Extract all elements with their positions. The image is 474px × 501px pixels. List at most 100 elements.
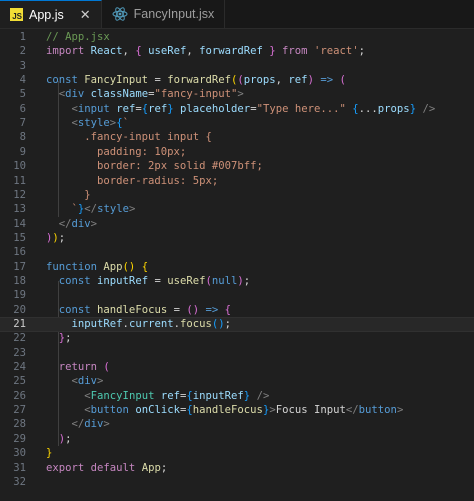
- tab-label: FancyInput.jsx: [133, 7, 215, 21]
- code-line[interactable]: 8 .fancy-input input {: [0, 130, 474, 145]
- code-token: ref: [148, 102, 168, 115]
- code-line[interactable]: 31 export default App;: [0, 461, 474, 476]
- close-icon[interactable]: ✕: [80, 7, 91, 23]
- code-token: =: [148, 74, 168, 87]
- code-text: const handleFocus = () => {: [46, 303, 231, 318]
- code-token: {: [141, 260, 149, 273]
- code-token: "Type here...": [256, 102, 346, 115]
- code-token: `: [122, 117, 129, 130]
- code-text: const inputRef = useRef(null);: [46, 274, 250, 289]
- code-token: </: [84, 203, 98, 216]
- code-token: ref: [116, 102, 136, 115]
- code-text: }: [46, 188, 90, 203]
- code-line[interactable]: 20 const handleFocus = () => {: [0, 303, 474, 318]
- code-token: input: [77, 102, 117, 115]
- code-line[interactable]: 25 <div>: [0, 374, 474, 389]
- line-number: 15: [13, 231, 26, 244]
- code-line[interactable]: 9 padding: 10px;: [0, 145, 474, 160]
- line-number: 23: [13, 346, 26, 359]
- code-token: default: [90, 461, 142, 474]
- tab-fancyinput-jsx[interactable]: FancyInput.jsx: [102, 0, 226, 28]
- line-number: 19: [13, 289, 26, 302]
- code-token: ;: [224, 318, 232, 330]
- code-line[interactable]: 17 function App() {: [0, 260, 474, 275]
- code-token: handleFocus: [97, 303, 168, 316]
- code-token: />: [250, 389, 270, 402]
- code-text: border-radius: 5px;: [46, 174, 218, 189]
- code-line[interactable]: 4 const FancyInput = forwardRef((props, r…: [0, 73, 474, 88]
- code-token: ;: [358, 45, 365, 58]
- code-token: div: [71, 217, 91, 230]
- code-token: ;: [243, 274, 251, 287]
- code-token: ;: [65, 332, 72, 345]
- code-line[interactable]: 16: [0, 245, 474, 260]
- code-line[interactable]: 2 import React, { useRef, forwardRef } fr…: [0, 44, 474, 59]
- code-token: useRef: [167, 274, 206, 287]
- code-text: border: 2px solid #007bff;: [46, 159, 263, 174]
- code-text: <FancyInput ref={inputRef} />: [46, 389, 269, 404]
- code-line[interactable]: 15));: [0, 231, 474, 246]
- code-token: null: [211, 274, 238, 287]
- line-number: 30: [13, 447, 26, 460]
- code-token: div: [77, 375, 98, 388]
- code-line[interactable]: 23: [0, 346, 474, 361]
- code-text: </div>: [46, 217, 97, 232]
- code-token: (: [339, 74, 346, 87]
- code-token: =>: [313, 74, 340, 87]
- code-line[interactable]: 6 <input ref={ref} placeholder="Type her…: [0, 102, 474, 117]
- code-text: <input ref={ref} placeholder="Type here.…: [46, 102, 436, 117]
- code-line[interactable]: 26 <FancyInput ref={inputRef} />: [0, 389, 474, 404]
- line-number: 24: [13, 361, 26, 374]
- code-line[interactable]: 14 </div>: [0, 217, 474, 232]
- code-line[interactable]: 5 <div className="fancy-input">: [0, 87, 474, 102]
- code-token: />: [416, 102, 436, 115]
- code-line[interactable]: 1 // App.jsx: [0, 30, 474, 45]
- code-line[interactable]: 3: [0, 59, 474, 74]
- code-line[interactable]: 21 inputRef.current.focus();: [0, 317, 474, 332]
- code-line[interactable]: 27 <button onClick={handleFocus}>Focus I…: [0, 403, 474, 418]
- line-number: 7: [19, 117, 26, 130]
- line-number: 27: [13, 404, 26, 417]
- code-text: <div>: [46, 374, 104, 389]
- code-token: =>: [199, 303, 225, 316]
- code-line[interactable]: 11 border-radius: 5px;: [0, 174, 474, 189]
- code-line[interactable]: 22 };: [0, 331, 474, 346]
- code-line[interactable]: 24 return (: [0, 360, 474, 375]
- code-line[interactable]: 19: [0, 288, 474, 303]
- code-line[interactable]: 30}: [0, 446, 474, 461]
- code-editor[interactable]: 1 // App.jsx 2 import React, { useRef, forw…: [0, 29, 474, 501]
- code-line[interactable]: 7 <style>{`: [0, 116, 474, 131]
- code-line[interactable]: 28 </div>: [0, 417, 474, 432]
- code-text: padding: 10px;: [46, 145, 186, 160]
- code-line[interactable]: 18 const inputRef = useRef(null);: [0, 274, 474, 289]
- code-line[interactable]: 32: [0, 475, 474, 490]
- code-token: Focus Input: [275, 404, 346, 417]
- code-token: function: [46, 260, 104, 273]
- code-text: inputRef.current.focus();: [46, 318, 232, 331]
- code-line[interactable]: 29 );: [0, 432, 474, 447]
- line-number: 21: [13, 318, 26, 330]
- line-number: 18: [13, 274, 26, 287]
- code-token: current: [128, 318, 174, 330]
- code-token: (): [211, 318, 225, 330]
- line-number: 10: [13, 160, 26, 173]
- tab-app-js[interactable]: JS App.js ✕: [0, 0, 102, 28]
- code-line[interactable]: 13 `}</style>: [0, 202, 474, 217]
- code-line[interactable]: 12 }: [0, 188, 474, 203]
- code-token: {: [135, 45, 149, 58]
- line-number: 28: [13, 418, 26, 431]
- line-number: 2: [19, 45, 26, 58]
- code-token: </: [345, 404, 359, 417]
- code-token: placeholder: [173, 102, 251, 115]
- code-token: FancyInput: [84, 74, 149, 87]
- line-number: 13: [13, 203, 26, 216]
- code-line[interactable]: 10 border: 2px solid #007bff;: [0, 159, 474, 174]
- code-text: .fancy-input input {: [46, 130, 212, 145]
